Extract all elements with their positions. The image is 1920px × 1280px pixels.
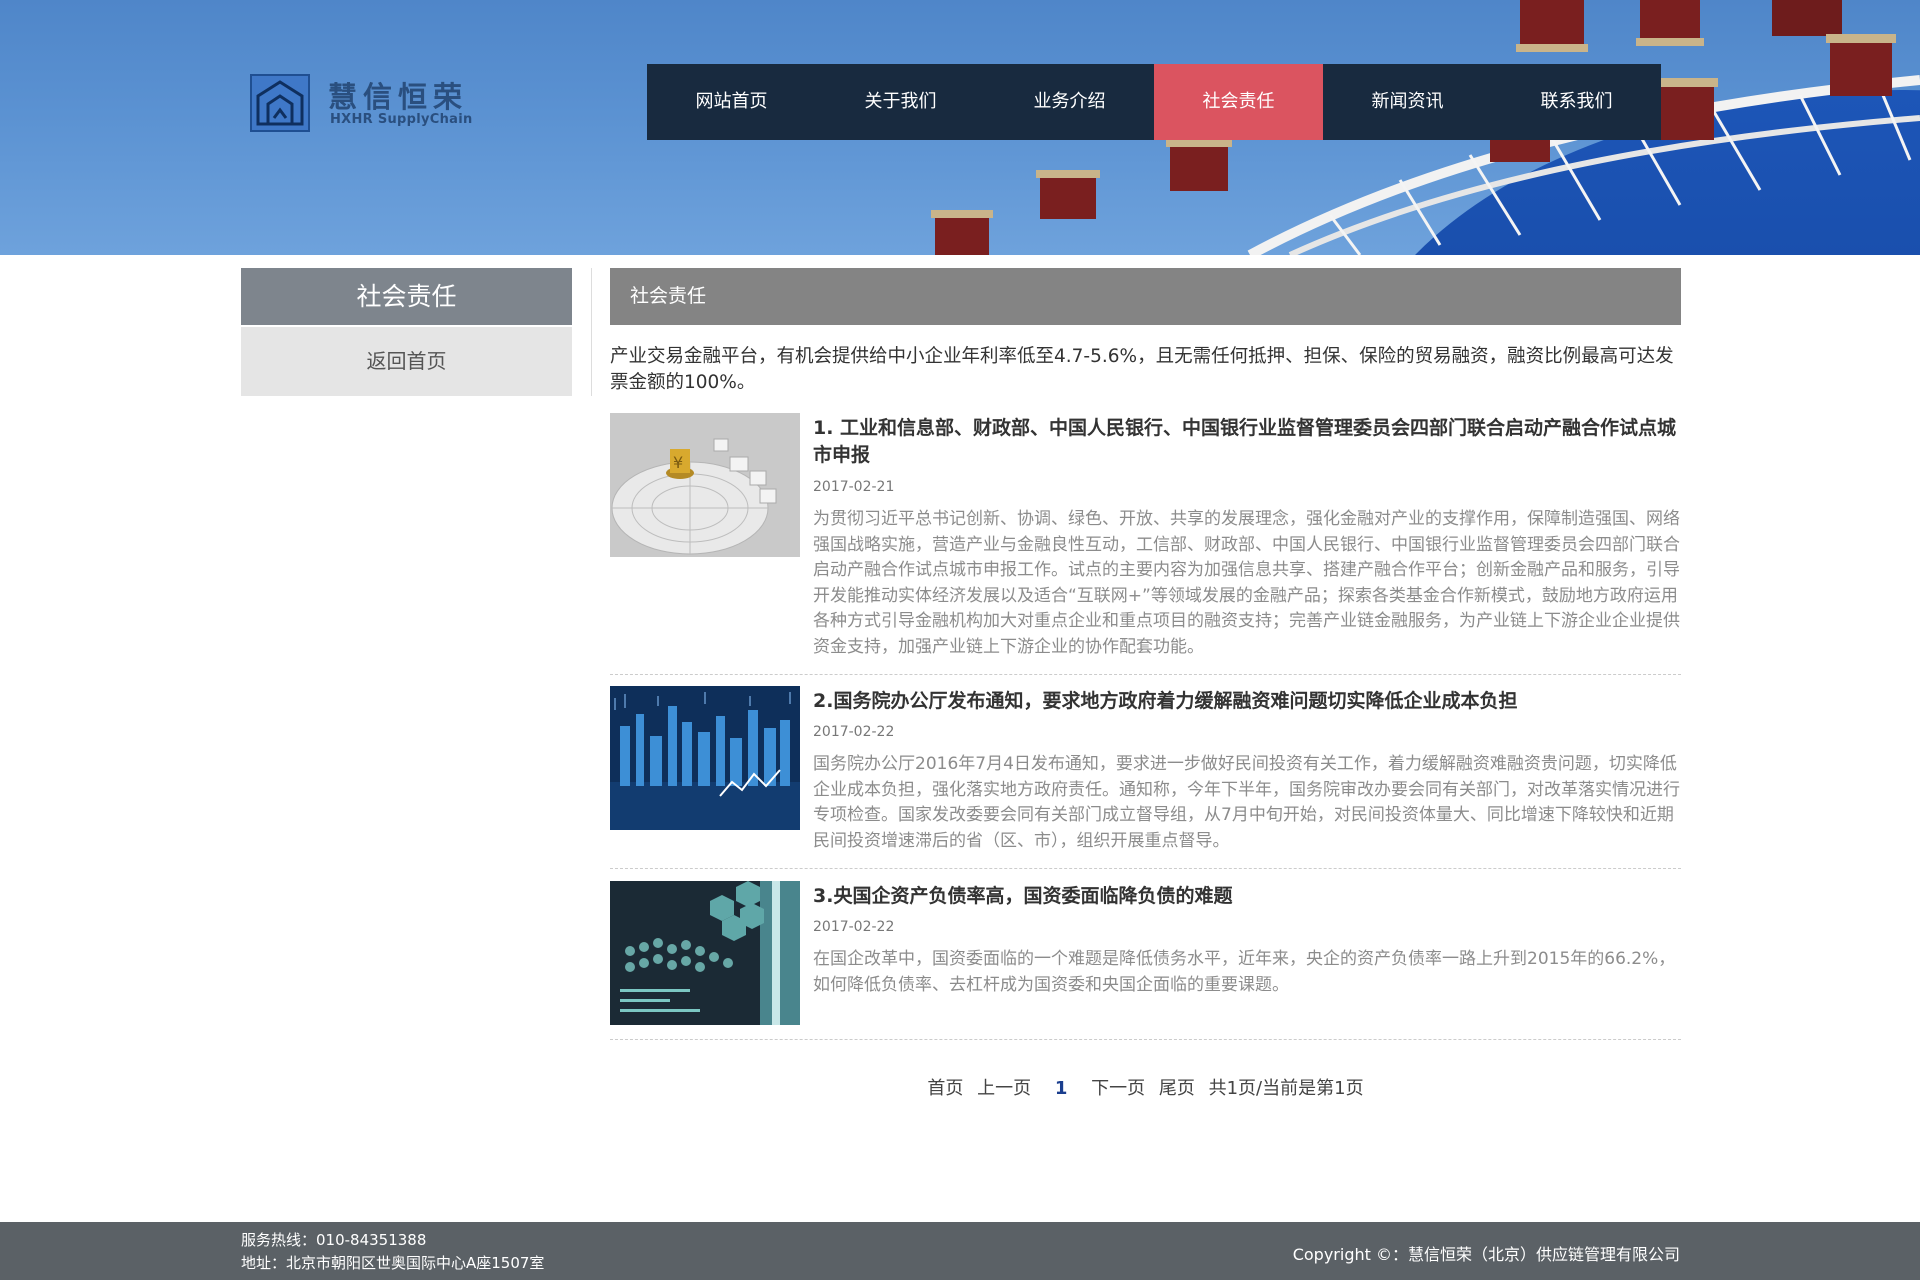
pager-prev[interactable]: 上一页 (977, 1078, 1031, 1099)
article-date: 2017-02-21 (813, 479, 895, 495)
column-divider (591, 268, 592, 396)
section-title: 社会责任 (610, 268, 1681, 325)
nav-social-responsibility[interactable]: 社会责任 (1154, 64, 1323, 140)
article-thumbnail[interactable] (610, 686, 800, 830)
logo-english-name: HXHR SupplyChain (330, 112, 473, 127)
stock-chart-image (610, 686, 800, 830)
article-summary: 国务院办公厅2016年7月4日发布通知，要求进一步做好民间投资有关工作，着力缓解… (813, 754, 1680, 851)
article-title[interactable]: 2.国务院办公厅发布通知，要求地方政府着力缓解融资难问题切实降低企业成本负担 (813, 688, 1681, 715)
article-item: 2.国务院办公厅发布通知，要求地方政府着力缓解融资难问题切实降低企业成本负担 2… (610, 686, 1681, 869)
svg-text:¥: ¥ (673, 453, 683, 472)
nav-business[interactable]: 业务介绍 (985, 64, 1154, 140)
article-summary: 在国企改革中，国资委面临的一个难题是降低债务水平，近年来，央企的资产负债率一路上… (813, 949, 1676, 995)
article-item: ¥ 1. 工业和信息部、财政部、中国人民银行、中国银行业监督管理委员会四部门联合… (610, 413, 1681, 675)
header-banner: 慧信恒荣 HXHR SupplyChain 网站首页 关于我们 业务介绍 社会责… (0, 0, 1920, 255)
article-date: 2017-02-22 (813, 919, 895, 935)
sidebar-back-home-link[interactable]: 返回首页 (241, 327, 572, 396)
article-title[interactable]: 3.央国企资产负债率高，国资委面临降负债的难题 (813, 883, 1681, 910)
article-thumbnail[interactable]: ¥ (610, 413, 800, 557)
sidebar-title: 社会责任 (241, 268, 572, 325)
pager-summary: 共1页/当前是第1页 (1208, 1078, 1364, 1099)
coin-puzzle-image: ¥ (610, 413, 800, 557)
nav-news[interactable]: 新闻资讯 (1323, 64, 1492, 140)
logo-chinese-name: 慧信恒荣 (328, 80, 469, 114)
intro-text: 产业交易金融平台，有机会提供给中小企业年利率低至4.7-5.6%，且无需任何抵押… (610, 346, 1674, 393)
pagination: 首页 上一页 1 下一页 尾页 共1页/当前是第1页 (610, 1074, 1681, 1100)
pager-current-page[interactable]: 1 (1055, 1078, 1068, 1099)
footer-copyright: Copyright ©：慧信恒荣（北京）供应链管理有限公司 (1292, 1245, 1680, 1264)
nav-about[interactable]: 关于我们 (816, 64, 985, 140)
footer: 服务热线：010-84351388 地址：北京市朝阳区世奥国际中心A座1507室… (0, 1222, 1920, 1280)
pager-last[interactable]: 尾页 (1159, 1078, 1195, 1099)
article-item: 3.央国企资产负债率高，国资委面临降负债的难题 2017-02-22 在国企改革… (610, 881, 1681, 1040)
hexagon-tech-image (610, 881, 800, 1025)
pager-next[interactable]: 下一页 (1091, 1078, 1145, 1099)
article-date: 2017-02-22 (813, 724, 895, 740)
footer-hotline: 服务热线：010-84351388 (241, 1231, 427, 1249)
pager-first[interactable]: 首页 (927, 1078, 963, 1099)
logo[interactable]: 慧信恒荣 HXHR SupplyChain (250, 74, 490, 134)
footer-address: 地址：北京市朝阳区世奥国际中心A座1507室 (241, 1254, 545, 1272)
logo-mark-icon (250, 74, 310, 132)
nav-contact[interactable]: 联系我们 (1492, 64, 1661, 140)
article-title[interactable]: 1. 工业和信息部、财政部、中国人民银行、中国银行业监督管理委员会四部门联合启动… (813, 415, 1681, 469)
article-thumbnail[interactable] (610, 881, 800, 1025)
nav-home[interactable]: 网站首页 (647, 64, 816, 140)
main-nav: 网站首页 关于我们 业务介绍 社会责任 新闻资讯 联系我们 (647, 64, 1661, 140)
article-summary: 为贯彻习近平总书记创新、协调、绿色、开放、共享的发展理念，强化金融对产业的支撑作… (813, 509, 1680, 657)
